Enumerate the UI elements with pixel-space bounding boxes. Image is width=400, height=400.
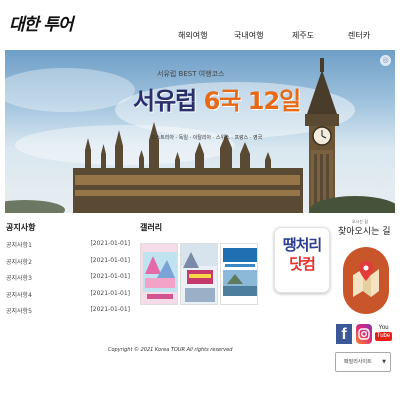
promo-text: 땡처리 닷컴	[275, 236, 329, 274]
gallery-thumbnail-1[interactable]	[140, 243, 178, 305]
notice-item[interactable]: 공지사항1 [2021-01-01]	[6, 240, 130, 257]
family-site-select[interactable]: 패밀리사이트 ▼	[335, 352, 391, 372]
notice-item[interactable]: 공지사항5 [2021-01-01]	[6, 306, 130, 323]
gallery-image	[181, 244, 217, 304]
notice-list: 공지사항1 [2021-01-01] 공지사항2 [2021-01-01] 공지사항…	[6, 240, 130, 323]
notice-item-title[interactable]: 공지사항5	[6, 306, 32, 315]
hero-slider-button[interactable]: ◎	[380, 55, 391, 66]
directions-map-button[interactable]	[343, 247, 389, 314]
chevron-down-icon: ▼	[382, 359, 386, 365]
notice-item[interactable]: 공지사항3 [2021-01-01]	[6, 273, 130, 290]
site-logo[interactable]: 대한 투어	[9, 10, 73, 35]
notice-item-title[interactable]: 공지사항2	[6, 257, 32, 266]
promo-ttaengcheori-banner[interactable]: 땡처리 닷컴	[274, 227, 330, 293]
hero-subtitle: 서유럽 BEST 여행코스	[157, 70, 225, 78]
family-site-label: 패밀리사이트	[344, 359, 372, 365]
youtube-you-text: You	[378, 325, 389, 331]
gallery-thumbnail-3[interactable]	[220, 243, 258, 305]
gallery-image	[221, 244, 257, 304]
notice-item-date: [2021-01-01]	[90, 289, 130, 297]
youtube-icon[interactable]: You Tube	[375, 324, 392, 344]
notice-item-date: [2021-01-01]	[90, 256, 130, 264]
hero-banner[interactable]: 서유럽 BEST 여행코스 서유럽 6국 12일 오스트리아 · 독일 · 이탈…	[5, 50, 395, 213]
directions-title: 찾아오시는 길	[338, 227, 391, 237]
notice-item-title[interactable]: 공지사항3	[6, 273, 32, 282]
notice-item[interactable]: 공지사항2 [2021-01-01]	[6, 257, 130, 274]
nav-item-jeju[interactable]: 제주도	[292, 30, 314, 41]
hero-countries: 오스트리아 · 독일 · 이탈리아 · 스위스 · 프랑스 · 영국	[151, 135, 263, 141]
promo-line1: 땡처리	[282, 236, 322, 254]
hero-title-main: 서유럽	[133, 87, 204, 115]
notice-item-date: [2021-01-01]	[90, 306, 130, 313]
facebook-icon[interactable]: f	[336, 324, 352, 344]
gallery-thumbnail-2[interactable]	[180, 243, 218, 305]
instagram-icon[interactable]	[356, 324, 372, 344]
notice-item-title[interactable]: 공지사항1	[6, 240, 32, 249]
notice-item-date: [2021-01-01]	[90, 273, 130, 280]
nav-item-overseas[interactable]: 해외여행	[178, 30, 207, 41]
map-pin-icon	[353, 261, 379, 297]
hero-title: 서유럽 6국 12일	[133, 81, 302, 116]
notice-item-title[interactable]: 공지사항4	[6, 290, 32, 299]
youtube-tube-text: Tube	[375, 332, 392, 341]
gallery-title: 갤러리	[140, 223, 163, 232]
pause-icon: ◎	[382, 56, 389, 64]
gallery-image	[141, 244, 177, 304]
nav-item-domestic[interactable]: 국내여행	[234, 30, 263, 41]
footer-copyright: Copyright © 2021 Korea TOUR All rights r…	[108, 347, 233, 353]
main-nav: 해외여행 국내여행 제주도 렌터카	[170, 30, 395, 44]
hero-title-accent: 6국 12일	[203, 87, 302, 115]
instagram-glyph	[358, 328, 370, 340]
notice-item-date: [2021-01-01]	[90, 240, 130, 247]
notice-title: 공지사항	[6, 223, 36, 232]
promo-line2: 닷컴	[289, 255, 316, 273]
nav-item-rentcar[interactable]: 렌터카	[348, 30, 370, 41]
notice-item[interactable]: 공지사항4 [2021-01-01]	[6, 290, 130, 307]
